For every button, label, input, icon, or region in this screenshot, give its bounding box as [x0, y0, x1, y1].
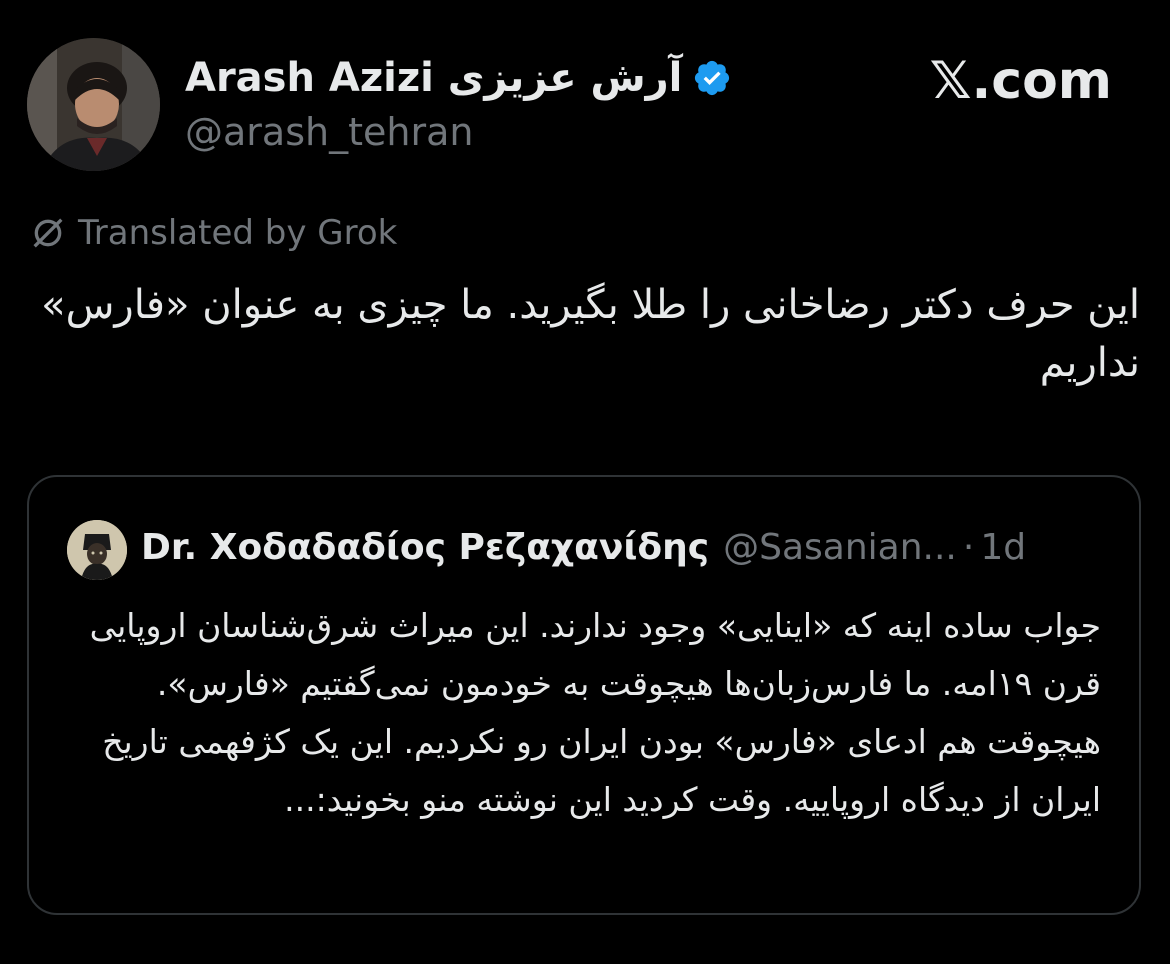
quoted-post-time[interactable]: 1d: [980, 523, 1026, 573]
quoted-post-header: Dr. Χοδαδαδίος Ρεζαχανίδης @Sasanian... …: [141, 523, 1026, 573]
translated-label: Translated by Grok: [78, 213, 398, 253]
quoted-post-card[interactable]: Dr. Χοδαδαδίος Ρεζαχανίδης @Sasanian... …: [27, 475, 1141, 915]
translate-off-icon: [33, 218, 63, 248]
verified-badge-icon: [692, 58, 732, 98]
quoted-author-avatar[interactable]: [67, 520, 127, 580]
author-handle[interactable]: @arash_tehran: [185, 108, 473, 156]
profile-photo-icon: [27, 38, 160, 171]
profile-photo-icon: [67, 520, 127, 580]
post-text: این حرف دکتر رضاخانی را طلا بگیرید. ما چ…: [41, 282, 1140, 386]
translated-by-grok[interactable]: Translated by Grok: [28, 210, 397, 256]
author-name[interactable]: Arash Azizi آرش عزیزی: [185, 52, 682, 104]
separator-dot: ·: [962, 527, 975, 568]
quoted-post-text: جواب ساده اینه که «اینایی» وجود ندارند. …: [89, 606, 1101, 819]
quoted-author-handle[interactable]: @Sasanian...: [723, 523, 957, 573]
author-avatar[interactable]: [27, 38, 160, 171]
quoted-author-name[interactable]: Dr. Χοδαδαδίος Ρεζαχανίδης: [141, 523, 709, 573]
x-logo: 𝕏.com: [929, 51, 1112, 111]
author-name-row[interactable]: Arash Azizi آرش عزیزی: [185, 52, 732, 104]
